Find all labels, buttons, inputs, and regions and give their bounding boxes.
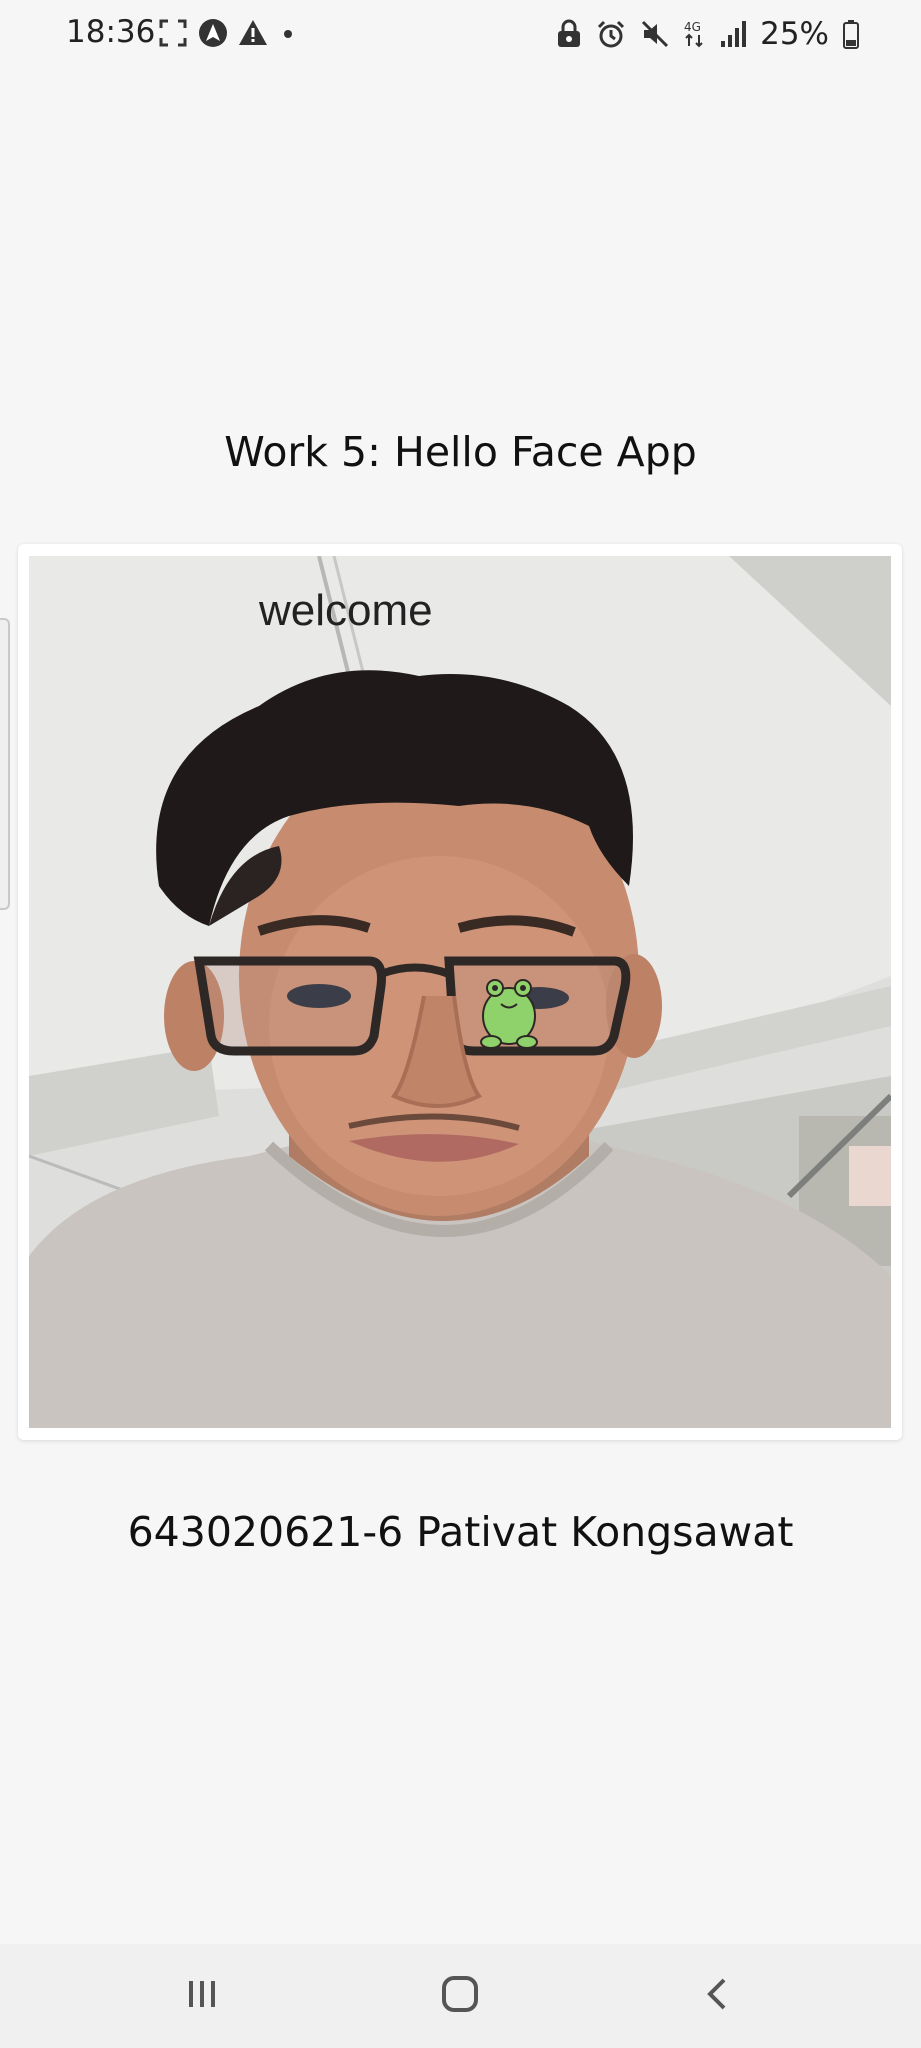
app-screen: 18:36 4G 25% Work 5: Hello Face App welc… bbox=[0, 0, 921, 2048]
page-title: Work 5: Hello Face App bbox=[224, 428, 697, 476]
camera-card: welcome bbox=[18, 544, 902, 1440]
screenshot-frame-icon bbox=[158, 18, 188, 48]
status-left-icons bbox=[158, 18, 298, 48]
navigation-bar bbox=[0, 1944, 921, 2048]
status-bar: 18:36 4G 25% bbox=[0, 0, 921, 70]
recents-button[interactable] bbox=[162, 1968, 242, 2024]
welcome-overlay-text: welcome bbox=[259, 586, 433, 635]
edge-panel-handle[interactable] bbox=[0, 618, 10, 910]
warning-icon bbox=[238, 18, 268, 48]
camera-scene bbox=[29, 556, 891, 1428]
alarm-icon bbox=[596, 19, 626, 49]
student-id-name: 643020621-6 Pativat Kongsawat bbox=[127, 1508, 794, 1556]
camera-preview[interactable]: welcome bbox=[29, 556, 891, 1428]
home-button[interactable] bbox=[420, 1968, 500, 2024]
battery-icon bbox=[843, 19, 859, 49]
signal-icon bbox=[720, 19, 747, 49]
home-icon bbox=[440, 1974, 480, 2019]
status-right-icons: 4G 25% bbox=[556, 16, 859, 52]
mute-icon bbox=[640, 19, 670, 49]
battery-percent: 25% bbox=[760, 16, 829, 52]
recents-icon bbox=[184, 1976, 220, 2017]
frog-sticker bbox=[480, 979, 538, 1049]
svg-text:4G: 4G bbox=[684, 20, 701, 34]
back-icon bbox=[700, 1976, 736, 2017]
back-button[interactable] bbox=[678, 1968, 758, 2024]
location-arrow-icon bbox=[198, 18, 228, 48]
dot-icon bbox=[278, 18, 298, 48]
status-time: 18:36 bbox=[66, 14, 156, 50]
lock-app-icon bbox=[556, 19, 582, 49]
network-4g-icon: 4G bbox=[684, 19, 706, 49]
